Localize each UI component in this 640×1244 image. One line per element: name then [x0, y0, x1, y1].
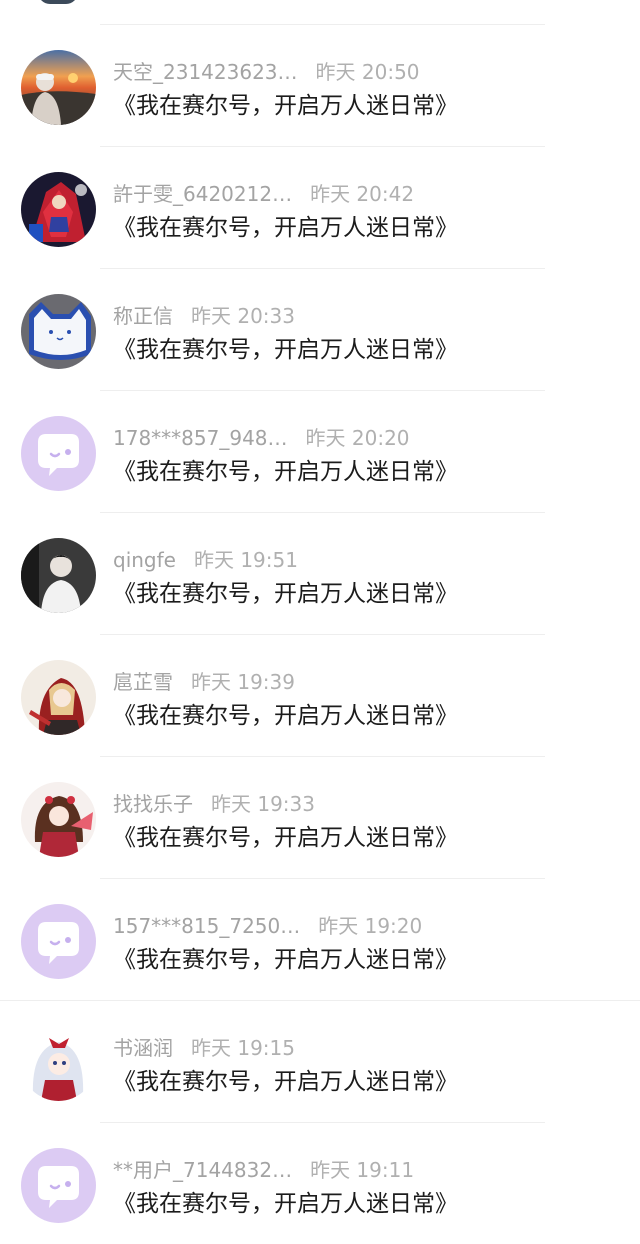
cat-plate-avatar: [21, 294, 96, 369]
comment-meta: 称正信 昨天 20:33: [113, 303, 295, 329]
book-title[interactable]: 《我在赛尔号，开启万人迷日常》: [113, 212, 458, 244]
book-title[interactable]: 《我在赛尔号，开启万人迷日常》: [113, 1188, 458, 1220]
timestamp: 昨天 19:51: [193, 548, 298, 572]
comment-meta: 扈芷雪 昨天 19:39: [113, 669, 295, 695]
timestamp: 昨天 19:39: [191, 670, 295, 694]
book-title[interactable]: 《我在赛尔号，开启万人迷日常》: [113, 578, 458, 610]
username[interactable]: 书涵润: [113, 1035, 173, 1061]
book-title[interactable]: 《我在赛尔号，开启万人迷日常》: [113, 334, 458, 366]
username[interactable]: 称正信: [113, 303, 173, 329]
avatar[interactable]: [21, 904, 96, 979]
username[interactable]: 扈芷雪: [113, 669, 173, 695]
timestamp: 昨天 20:50: [315, 60, 420, 84]
avatar[interactable]: [21, 172, 96, 247]
list-item[interactable]: **用户_7144832… 昨天 19:11 《我在赛尔号，开启万人迷日常》: [0, 1122, 640, 1244]
default-chat-avatar: [21, 904, 96, 979]
list-item[interactable]: 称正信 昨天 20:33 《我在赛尔号，开启万人迷日常》: [0, 268, 640, 390]
list-item[interactable]: 178***857_948… 昨天 20:20 《我在赛尔号，开启万人迷日常》: [0, 390, 640, 512]
list-item[interactable]: qingfe 昨天 19:51 《我在赛尔号，开启万人迷日常》: [0, 512, 640, 634]
comment-meta: 157***815_7250… 昨天 19:20: [113, 913, 422, 939]
comment-meta: 許于雯_6420212… 昨天 20:42: [113, 181, 414, 207]
username[interactable]: 許于雯_6420212…: [113, 181, 292, 207]
partial-avatar[interactable]: [38, 0, 78, 4]
comment-meta: qingfe 昨天 19:51: [113, 547, 298, 573]
avatar[interactable]: [21, 1026, 96, 1101]
avatar[interactable]: [21, 538, 96, 613]
avatar[interactable]: [21, 416, 96, 491]
list-item[interactable]: 157***815_7250… 昨天 19:20 《我在赛尔号，开启万人迷日常》: [0, 878, 640, 1000]
default-chat-avatar: [21, 1148, 96, 1223]
list-item[interactable]: 书涵润 昨天 19:15 《我在赛尔号，开启万人迷日常》: [0, 1000, 640, 1122]
comment-meta: 找找乐子 昨天 19:33: [113, 791, 315, 817]
avatar[interactable]: [21, 660, 96, 735]
book-title[interactable]: 《我在赛尔号，开启万人迷日常》: [113, 822, 458, 854]
timestamp: 昨天 19:11: [310, 1158, 415, 1182]
timestamp: 昨天 19:20: [318, 914, 423, 938]
comment-meta: 178***857_948… 昨天 20:20: [113, 425, 410, 451]
anime-girl-red-hood-avatar: [21, 660, 96, 735]
anime-girl-fan-avatar: [21, 782, 96, 857]
book-title[interactable]: 《我在赛尔号，开启万人迷日常》: [113, 90, 458, 122]
default-chat-avatar: [21, 416, 96, 491]
username[interactable]: qingfe: [113, 547, 176, 573]
comment-meta: 天空_231423623… 昨天 20:50: [113, 59, 420, 85]
username[interactable]: 找找乐子: [113, 791, 193, 817]
timestamp: 昨天 19:15: [191, 1036, 295, 1060]
timestamp: 昨天 20:33: [191, 304, 295, 328]
avatar[interactable]: [21, 782, 96, 857]
username[interactable]: **用户_7144832…: [113, 1157, 292, 1183]
anime-girl-white-hair-avatar: [21, 1026, 96, 1101]
list-item[interactable]: 許于雯_6420212… 昨天 20:42 《我在赛尔号，开启万人迷日常》: [0, 146, 640, 268]
figure-toy-avatar: [21, 172, 96, 247]
username[interactable]: 157***815_7250…: [113, 913, 300, 939]
list-item[interactable]: 找找乐子 昨天 19:33 《我在赛尔号，开启万人迷日常》: [0, 756, 640, 878]
list-item[interactable]: 天空_231423623… 昨天 20:50 《我在赛尔号，开启万人迷日常》: [0, 24, 640, 146]
username[interactable]: 178***857_948…: [113, 425, 288, 451]
book-title[interactable]: 《我在赛尔号，开启万人迷日常》: [113, 700, 458, 732]
avatar[interactable]: [21, 1148, 96, 1223]
avatar[interactable]: [21, 50, 96, 125]
comment-meta: **用户_7144832… 昨天 19:11: [113, 1157, 414, 1183]
book-title[interactable]: 《我在赛尔号，开启万人迷日常》: [113, 456, 458, 488]
portrait-photo-avatar: [21, 538, 96, 613]
timestamp: 昨天 20:20: [305, 426, 410, 450]
book-title[interactable]: 《我在赛尔号，开启万人迷日常》: [113, 1066, 458, 1098]
timestamp: 昨天 19:33: [211, 792, 315, 816]
book-title[interactable]: 《我在赛尔号，开启万人迷日常》: [113, 944, 458, 976]
avatar[interactable]: [21, 294, 96, 369]
comment-meta: 书涵润 昨天 19:15: [113, 1035, 295, 1061]
sunset-photo-avatar: [21, 50, 96, 125]
list-item[interactable]: 扈芷雪 昨天 19:39 《我在赛尔号，开启万人迷日常》: [0, 634, 640, 756]
username[interactable]: 天空_231423623…: [113, 59, 298, 85]
timestamp: 昨天 20:42: [310, 182, 415, 206]
